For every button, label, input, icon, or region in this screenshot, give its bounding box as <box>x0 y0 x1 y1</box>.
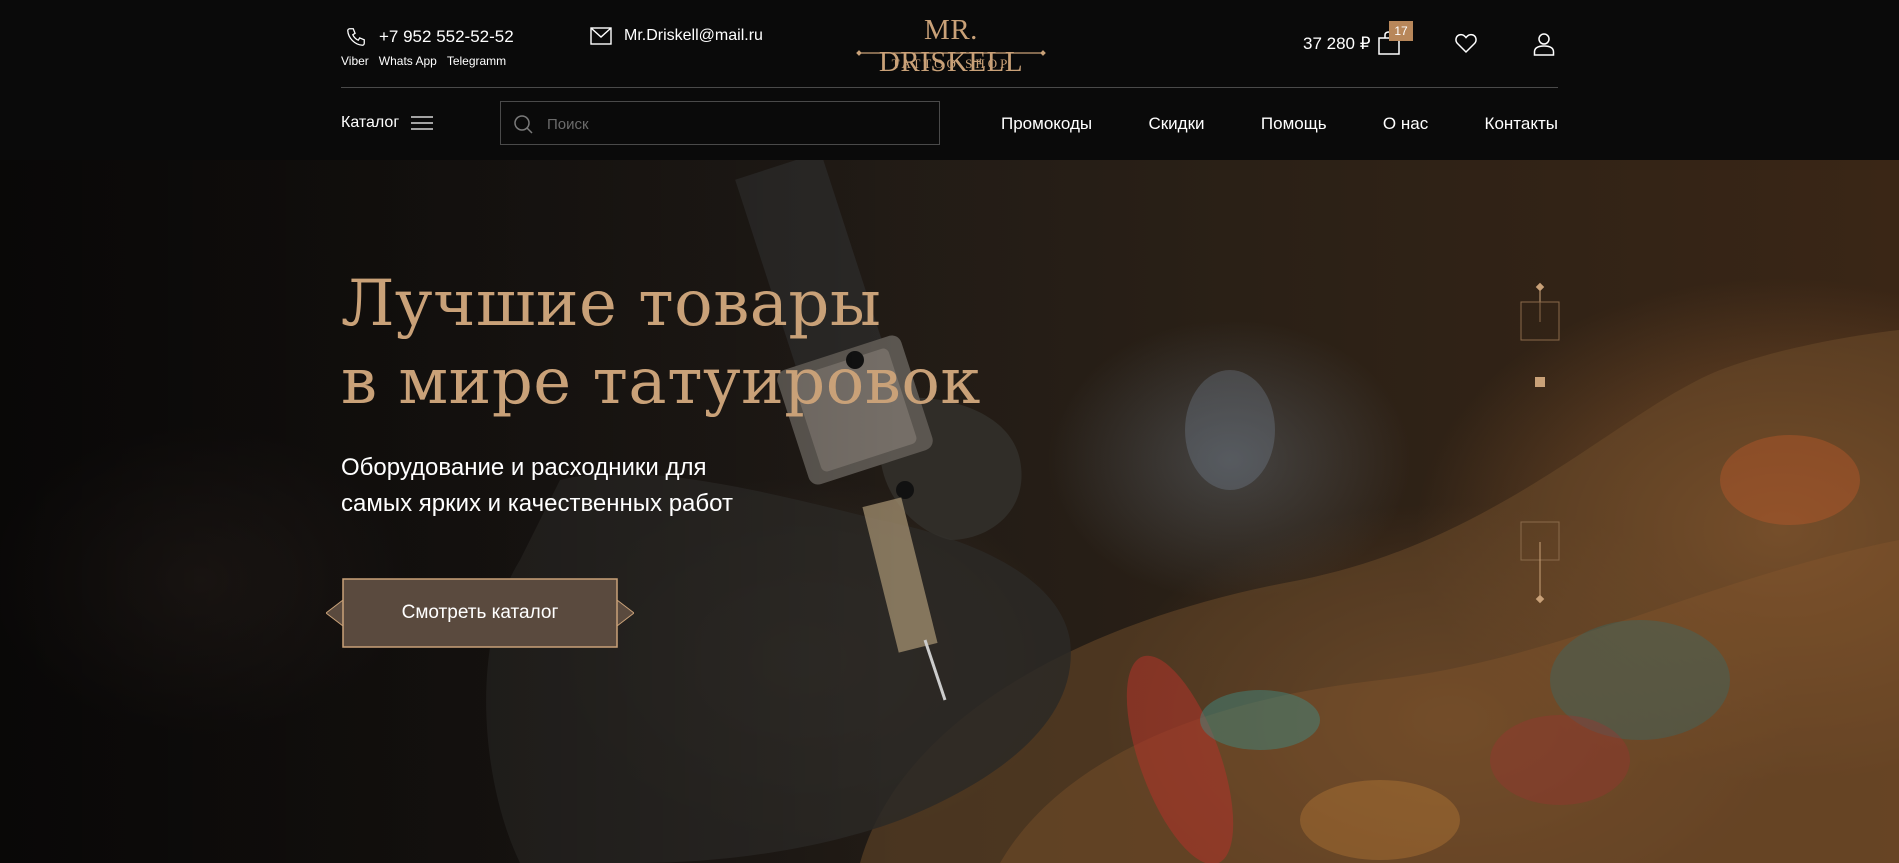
hero-title: Лучшие товары в мире татуировок <box>341 265 981 421</box>
search-input[interactable] <box>545 102 929 146</box>
menu-icon <box>411 116 434 130</box>
nav-item-promocodes[interactable]: Промокоды <box>1001 114 1092 134</box>
nav-item-help[interactable]: Помощь <box>1261 114 1327 134</box>
main-nav: Промокоды Скидки Помощь О нас Контакты <box>1001 114 1558 134</box>
view-catalog-button[interactable]: Смотреть каталог <box>326 578 634 648</box>
slider-pagination <box>1520 282 1560 604</box>
hero-title-line-1: Лучшие товары <box>341 267 882 341</box>
nav-item-contacts[interactable]: Контакты <box>1485 114 1558 134</box>
site-header: +7 952 552-52-52 Viber Whats App Telegra… <box>0 0 1899 160</box>
hero-subtitle: Оборудование и расходники для самых ярки… <box>341 450 733 522</box>
search-icon[interactable] <box>513 114 533 134</box>
hero-title-line-2: в мире татуировок <box>341 345 981 419</box>
catalog-menu-button[interactable]: Каталог <box>341 114 434 132</box>
view-catalog-label: Смотреть каталог <box>401 602 559 623</box>
header-nav-row: Каталог Промокоды Скидки Помощь О нас Ко… <box>341 0 1558 160</box>
slide-indicator-2[interactable] <box>1535 377 1545 387</box>
nav-item-discounts[interactable]: Скидки <box>1148 114 1204 134</box>
nav-item-about[interactable]: О нас <box>1383 114 1428 134</box>
hero-subtitle-line-1: Оборудование и расходники для <box>341 454 707 481</box>
hero-subtitle-line-2: самых ярких и качественных работ <box>341 490 733 517</box>
hero-banner: Лучшие товары в мире татуировок Оборудов… <box>0 160 1899 863</box>
catalog-label: Каталог <box>341 114 400 131</box>
search-box <box>500 101 940 146</box>
